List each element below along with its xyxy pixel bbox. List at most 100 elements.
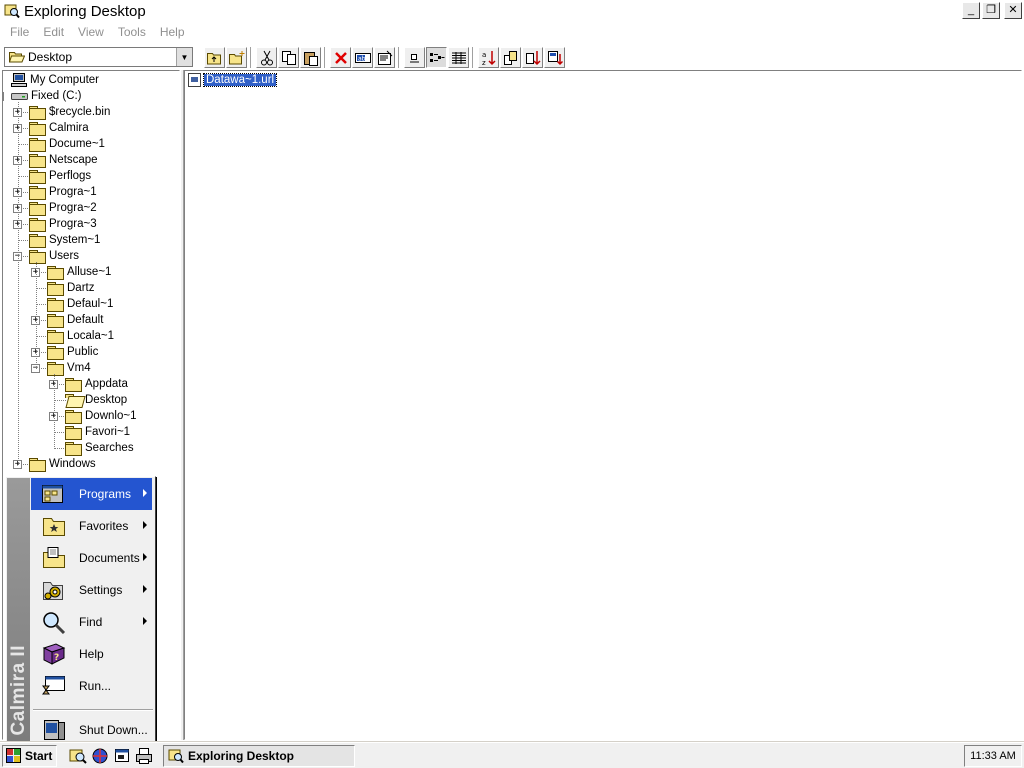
tree-item-label: Fixed (C:): [31, 90, 82, 102]
tree-item[interactable]: Netscape: [29, 152, 98, 168]
restore-button[interactable]: ❐: [982, 2, 1000, 19]
up-one-level-button[interactable]: [204, 47, 225, 68]
tree-item-label: System~1: [49, 234, 101, 246]
tree-item[interactable]: Calmira: [29, 120, 89, 136]
tree-connector: [36, 262, 37, 369]
location-dropdown[interactable]: Desktop ▼: [4, 47, 193, 67]
tree-item-label: Windows: [49, 458, 96, 470]
minimize-icon: _: [967, 4, 975, 16]
system-tray: 11:33 AM: [964, 745, 1022, 767]
settings-icon: [41, 578, 67, 602]
tree-item[interactable]: Perflogs: [29, 168, 91, 184]
tree-item[interactable]: Windows: [29, 456, 96, 472]
help-icon: ?: [41, 642, 67, 666]
task-button-exploring-desktop[interactable]: Exploring Desktop: [163, 745, 355, 767]
close-button[interactable]: ✕: [1004, 2, 1022, 19]
tree-item[interactable]: Fixed (C:): [11, 88, 81, 104]
quick-launch-run-icon[interactable]: [113, 747, 131, 765]
details-view-button[interactable]: [448, 47, 469, 68]
tree-item[interactable]: Progra~1: [29, 184, 97, 200]
large-buttons-icon[interactable]: [404, 47, 425, 68]
new-folder-icon: [228, 50, 245, 65]
copy-button[interactable]: [278, 47, 299, 68]
tree-connector: [18, 102, 19, 465]
sort-by-date-button[interactable]: [544, 47, 565, 68]
start-menu-item-run[interactable]: Run...: [31, 670, 152, 702]
cut-button[interactable]: [256, 47, 277, 68]
tree-item[interactable]: My Computer: [11, 72, 99, 88]
submenu-arrow-icon: [143, 553, 147, 561]
start-button[interactable]: Start: [2, 745, 57, 767]
sort-by-size-button[interactable]: [522, 47, 543, 68]
quick-launch-network-icon[interactable]: [91, 747, 109, 765]
tree-item[interactable]: Dartz: [47, 280, 94, 296]
start-menu-item-settings[interactable]: Settings: [31, 574, 152, 606]
submenu-arrow-icon: [143, 489, 147, 497]
tree-item[interactable]: Default: [47, 312, 103, 328]
start-menu-item-programs[interactable]: Programs: [31, 478, 152, 510]
folder-icon: [29, 185, 46, 200]
menu-help[interactable]: Help: [153, 25, 192, 39]
tree-item[interactable]: Searches: [65, 440, 134, 456]
tree-item-label: Default: [67, 314, 104, 326]
list-view-button[interactable]: [426, 47, 447, 68]
start-menu-item-favorites[interactable]: Favorites: [31, 510, 152, 542]
tree-item[interactable]: Alluse~1: [47, 264, 111, 280]
tree-item-label: Searches: [85, 442, 134, 454]
folder-icon: [29, 217, 46, 232]
rename-button[interactable]: ab: [352, 47, 373, 68]
tree-item[interactable]: System~1: [29, 232, 100, 248]
paste-button[interactable]: [300, 47, 321, 68]
file-item[interactable]: Datawa~1.url: [188, 73, 278, 87]
minimize-button[interactable]: _: [962, 2, 980, 19]
menu-edit[interactable]: Edit: [36, 25, 71, 39]
explorer-icon: [168, 748, 184, 764]
tree-item[interactable]: $recycle.bin: [29, 104, 110, 120]
new-folder-button[interactable]: [226, 47, 247, 68]
menu-bar: File Edit View Tools Help: [0, 22, 1024, 42]
up-one-level-icon: [206, 51, 223, 65]
collapse-icon[interactable]: −: [3, 92, 4, 101]
start-menu-item-label: Favorites: [79, 519, 129, 533]
quick-launch-printer-icon[interactable]: [135, 747, 153, 765]
tree-item[interactable]: Docume~1: [29, 136, 105, 152]
sort-by-name-button[interactable]: az: [478, 47, 499, 68]
folder-icon: [29, 169, 46, 184]
tree-item-label: Appdata: [85, 378, 128, 390]
tree-item[interactable]: Progra~3: [29, 216, 97, 232]
tree-item[interactable]: Downlo~1: [65, 408, 136, 424]
tree-item-label: Docume~1: [49, 138, 105, 150]
start-menu-item-documents[interactable]: Documents: [31, 542, 152, 574]
menu-tools[interactable]: Tools: [111, 25, 153, 39]
start-menu-item-help[interactable]: ? Help: [31, 638, 152, 670]
toolbar-separator: [324, 47, 326, 68]
sort-by-type-icon: [503, 50, 519, 66]
quick-launch-explorer-icon[interactable]: [69, 747, 87, 765]
sort-by-type-button[interactable]: [500, 47, 521, 68]
tree-item[interactable]: Favori~1: [65, 424, 130, 440]
properties-button[interactable]: [374, 47, 395, 68]
tree-item-label: Downlo~1: [85, 410, 137, 422]
tree-item[interactable]: Desktop: [65, 392, 127, 408]
file-list-pane[interactable]: Datawa~1.url: [184, 70, 1022, 740]
tree-connector: [54, 374, 55, 449]
copy-icon: [281, 50, 297, 66]
tree-item[interactable]: Locala~1: [47, 328, 114, 344]
folder-icon: [47, 265, 64, 280]
menu-view[interactable]: View: [71, 25, 111, 39]
clock[interactable]: 11:33 AM: [970, 750, 1016, 762]
folder-icon: [65, 425, 82, 440]
start-menu-item-label: Documents: [79, 551, 140, 565]
svg-text:a: a: [482, 51, 486, 59]
tree-item[interactable]: Appdata: [65, 376, 128, 392]
tree-item[interactable]: Public: [47, 344, 98, 360]
delete-button[interactable]: [330, 47, 351, 68]
folder-icon: [29, 121, 46, 136]
tree-item[interactable]: Progra~2: [29, 200, 97, 216]
title-bar[interactable]: Exploring Desktop _ ❐ ✕: [0, 0, 1024, 22]
toolbar-separator: [250, 47, 252, 68]
menu-file[interactable]: File: [3, 25, 36, 39]
start-menu-item-find[interactable]: Find: [31, 606, 152, 638]
chevron-down-icon[interactable]: ▼: [176, 48, 192, 66]
tree-item[interactable]: Defaul~1: [47, 296, 113, 312]
